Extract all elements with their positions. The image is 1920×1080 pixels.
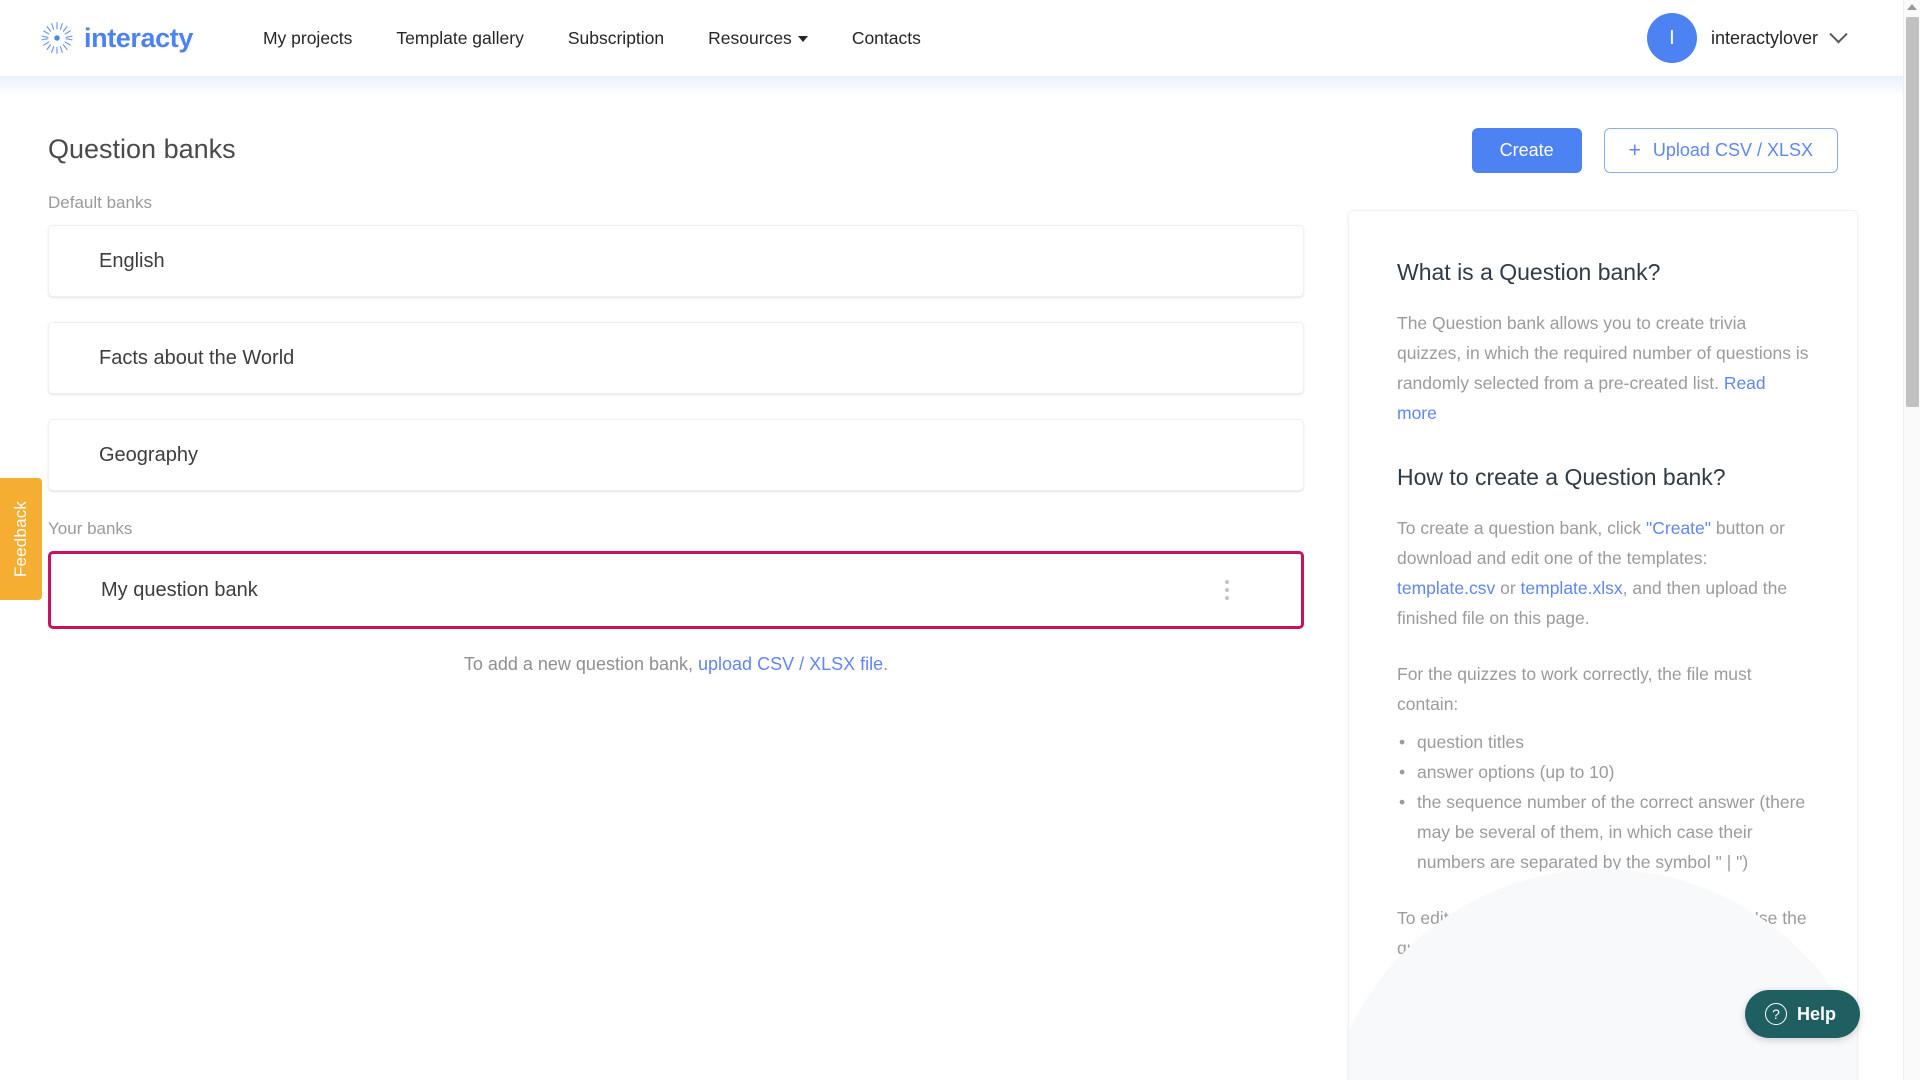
- bank-card-facts-about-the-world[interactable]: Facts about the World: [48, 322, 1304, 394]
- bank-card-geography[interactable]: Geography: [48, 419, 1304, 491]
- page-body: Question banks Create + Upload CSV / XLS…: [0, 98, 1903, 1080]
- kebab-menu-icon[interactable]: [1221, 576, 1233, 604]
- your-banks-label: Your banks: [48, 519, 133, 538]
- upload-csv-xlsx-button[interactable]: + Upload CSV / XLSX: [1603, 128, 1838, 173]
- chevron-down-icon: [797, 36, 808, 42]
- bank-card-my-question-bank[interactable]: My question bank: [48, 551, 1304, 629]
- avatar-initial: I: [1669, 26, 1675, 49]
- nav-label: Contacts: [851, 27, 921, 48]
- interacty-burst-icon: [41, 22, 73, 54]
- main-nav: My projects Template gallery Subscriptio…: [263, 28, 921, 49]
- decorative-arc: [1349, 869, 1857, 1080]
- add-bank-note-suffix: .: [883, 654, 889, 674]
- nav-item-contacts[interactable]: Contacts: [852, 28, 921, 49]
- info-paragraph-requirements: For the quizzes to work correctly, the f…: [1397, 664, 1752, 714]
- logo-text: interacty: [84, 22, 193, 53]
- header-gradient: [0, 76, 1903, 98]
- nav-item-template-gallery[interactable]: Template gallery: [396, 28, 523, 49]
- info-heading-how-to: How to create a Question bank?: [1397, 464, 1726, 490]
- nav-label: Resources: [708, 27, 792, 48]
- list-item: the sequence number of the correct answe…: [1397, 787, 1809, 877]
- chevron-down-icon: [1829, 24, 1848, 43]
- nav-label: Subscription: [567, 27, 665, 48]
- nav-item-subscription[interactable]: Subscription: [568, 28, 664, 49]
- dot: [1225, 588, 1229, 592]
- banks-list: Default banks English Facts about the Wo…: [48, 193, 1304, 675]
- user-name: interactylover: [1710, 27, 1818, 48]
- bank-name: My question bank: [101, 578, 258, 601]
- info-heading-what-is: What is a Question bank?: [1397, 259, 1661, 285]
- nav-label: My projects: [262, 27, 353, 48]
- avatar: I: [1646, 13, 1697, 63]
- question-mark-circle-icon: ?: [1764, 1003, 1787, 1025]
- page-scrollbar[interactable]: [1903, 0, 1920, 1080]
- list-item: answer options (up to 10): [1397, 757, 1809, 787]
- create-button[interactable]: Create: [1471, 128, 1582, 173]
- nav-label: Template gallery: [396, 27, 524, 48]
- feedback-tab[interactable]: Feedback: [0, 478, 42, 600]
- bank-name: Facts about the World: [99, 346, 295, 369]
- info-panel: What is a Question bank? The Question ba…: [1348, 210, 1858, 1080]
- list-item: question titles: [1397, 727, 1809, 757]
- dot: [1225, 580, 1229, 584]
- help-label: Help: [1796, 1003, 1836, 1024]
- info-para2-text-a: To create a question bank, click: [1397, 518, 1647, 538]
- create-quoted-link[interactable]: "Create": [1646, 518, 1711, 538]
- bank-name: Geography: [99, 443, 198, 466]
- site-header: interacty My projects Template gallery S…: [0, 0, 1903, 76]
- page-title: Question banks: [48, 134, 236, 164]
- nav-item-my-projects[interactable]: My projects: [263, 28, 352, 49]
- default-banks-label: Default banks: [48, 193, 152, 212]
- scrollbar-thumb[interactable]: [1906, 17, 1919, 407]
- template-csv-link[interactable]: template.csv: [1397, 578, 1495, 598]
- nav-item-resources[interactable]: Resources: [708, 28, 808, 49]
- add-bank-note-prefix: To add a new question bank,: [463, 654, 699, 674]
- app-root: interacty My projects Template gallery S…: [0, 0, 1920, 1080]
- user-menu[interactable]: I interactylover: [1646, 13, 1848, 63]
- scroll-up-arrow-icon[interactable]: [1907, 4, 1917, 10]
- help-button[interactable]: ? Help: [1744, 990, 1860, 1038]
- file-requirements-list: question titles answer options (up to 10…: [1397, 727, 1809, 877]
- bank-name: English: [99, 249, 165, 272]
- dot: [1225, 596, 1229, 600]
- info-paragraph-how-to: To create a question bank, click "Create…: [1397, 513, 1809, 633]
- upload-csv-xlsx-file-link[interactable]: upload CSV / XLSX file: [698, 654, 883, 674]
- add-bank-note: To add a new question bank, upload CSV /…: [48, 654, 1304, 675]
- feedback-label: Feedback: [11, 500, 31, 578]
- info-para2-text-c: or: [1495, 578, 1521, 598]
- info-paragraph-what-is: The Question bank allows you to create t…: [1397, 308, 1809, 428]
- bank-card-english[interactable]: English: [48, 225, 1304, 297]
- logo[interactable]: interacty: [40, 21, 193, 55]
- template-xlsx-link[interactable]: template.xlsx: [1521, 578, 1623, 598]
- upload-button-label: Upload CSV / XLSX: [1652, 140, 1813, 160]
- page-actions: Create + Upload CSV / XLSX: [1471, 128, 1838, 173]
- plus-icon: +: [1628, 139, 1641, 162]
